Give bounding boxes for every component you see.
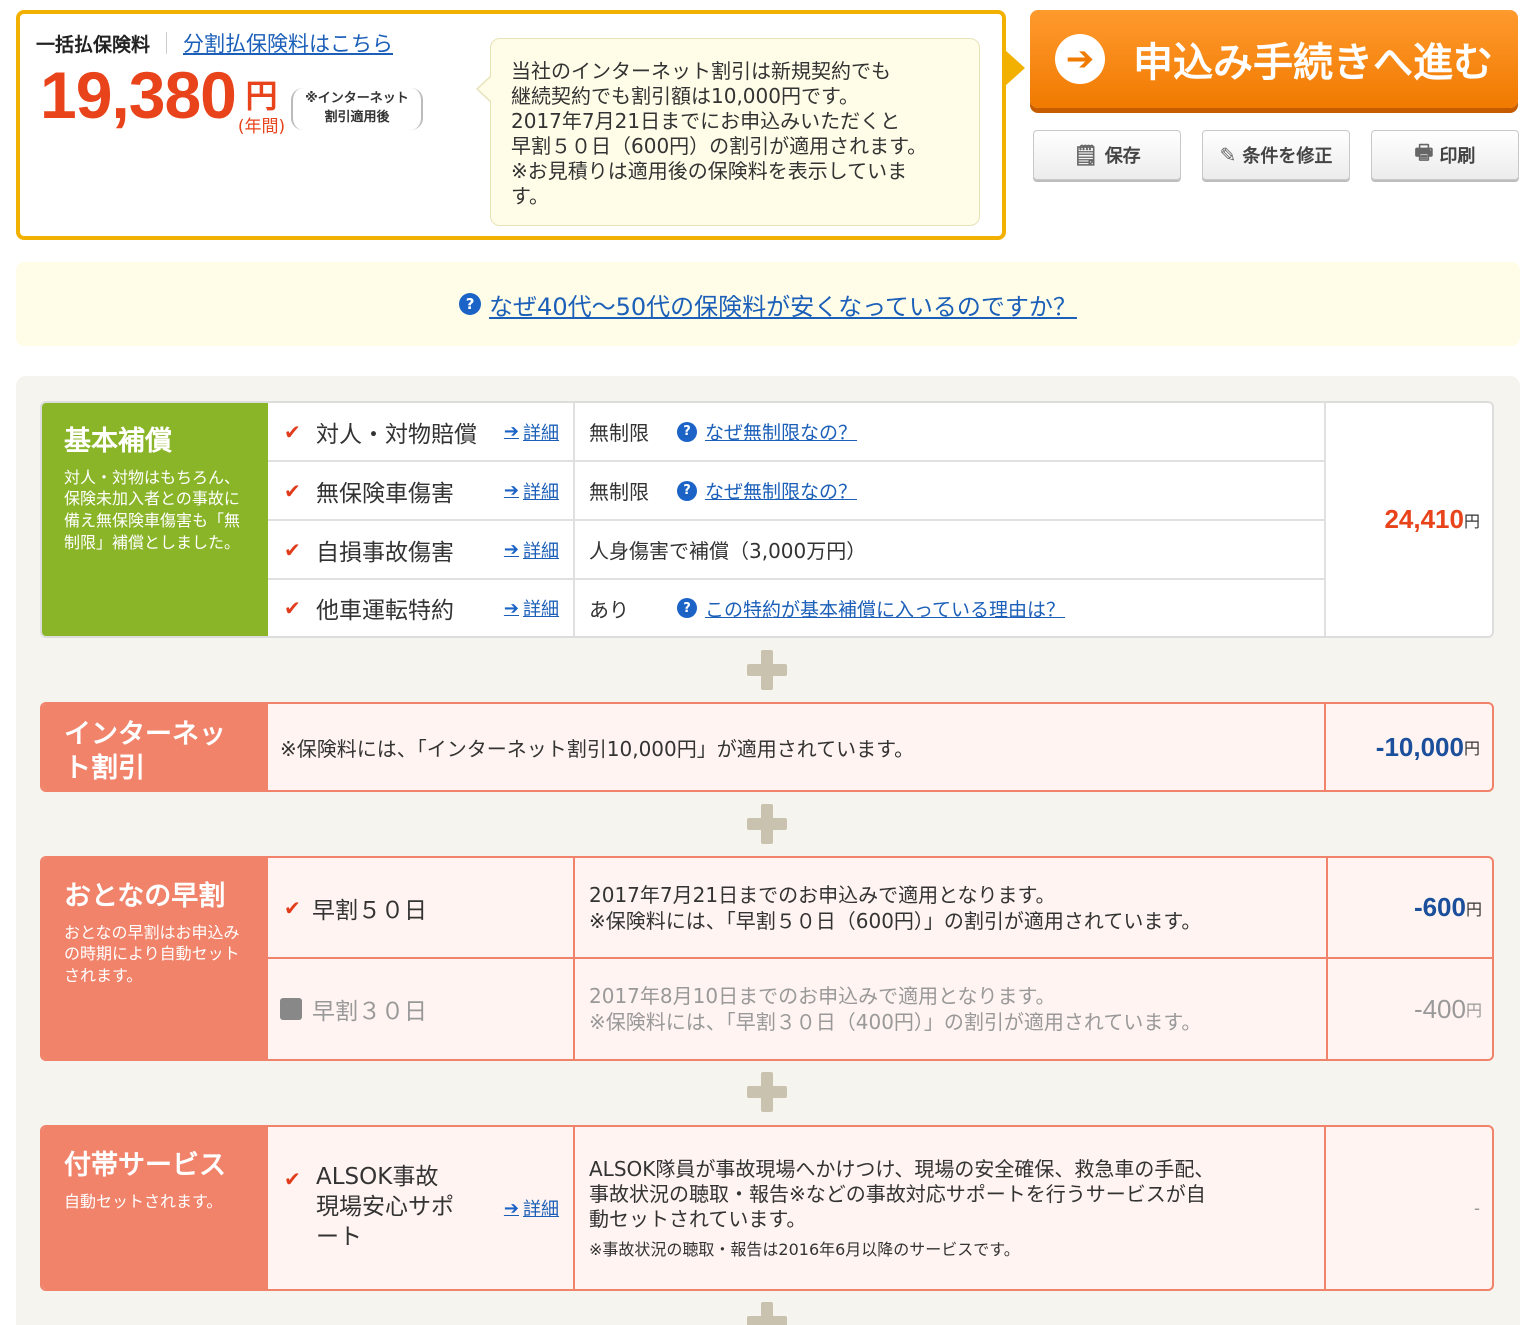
faq-banner: ? なぜ40代～50代の保険料が安くなっているのですか？: [16, 262, 1520, 346]
early-discount-title: おとなの早割: [64, 881, 226, 912]
discount-info-bubble: 当社のインターネット割引は新規契約でも 継続契約でも割引額は10,000円です。…: [476, 38, 980, 226]
basic-coverage-title: 基本補償: [64, 426, 172, 457]
early-discount-card: おとなの早割 おとなの早割はお申込みの時期により自動セットされます。 ✔ 早割５…: [40, 856, 1494, 1061]
basic-coverage-rows: ✔ 対人・対物賠償 ➔ 詳細 無制限 ? なぜ無制限なの？ ✔ 無保険車傷害 ➔ 詳細…: [268, 403, 1324, 636]
question-icon: ?: [459, 293, 482, 315]
arrow-right-icon: ➔: [503, 539, 519, 560]
detail-link[interactable]: ➔ 詳細: [504, 419, 559, 445]
basic-coverage-side: 基本補償 対人・対物はもちろん、保険未加入者との事故に備え無保険車傷害も「無制限…: [42, 403, 268, 636]
print-button[interactable]: 🖶 印刷: [1371, 130, 1519, 180]
checkmark-icon: ✔: [284, 419, 301, 444]
tab-divider: [166, 32, 168, 54]
basic-coverage-card: 基本補償 対人・対物はもちろん、保険未加入者との事故に備え無保険車傷害も「無制限…: [40, 401, 1494, 638]
premium-period: (年間): [237, 117, 286, 137]
apply-button[interactable]: ➔ 申込み手続きへ進む: [1030, 10, 1518, 108]
internet-discount-card: インターネット割引 ※保険料には、「インターネット割引10,000円」が適用され…: [40, 702, 1494, 792]
early-50-amount: -600 円: [1326, 858, 1492, 957]
discount-applied-note: ※インターネット 割引適用後: [291, 88, 423, 130]
premium-summary-box: 一括払保険料 分割払保険料はこちら 19,380 円 (年間) ※インターネット…: [16, 10, 1006, 240]
attached-service-card: 付帯サービス 自動セットされます。 ✔ ALSOK事故 現場安心サポ ート ➔ 詳…: [40, 1125, 1494, 1291]
question-icon: ?: [677, 480, 697, 501]
coverage-row: ✔ 自損事故傷害 ➔ 詳細 人身傷害で補償（3,000万円）: [268, 521, 1324, 580]
coverage-row: ✔ 無保険車傷害 ➔ 詳細 無制限 ? なぜ無制限なの？: [268, 462, 1324, 521]
service-row: ✔ ALSOK事故 現場安心サポ ート ➔ 詳細 ALSOK隊員が事故現場へかけつ…: [268, 1127, 1324, 1289]
premium-amount: 19,380: [40, 58, 237, 132]
internet-discount-amount: -10,000 円: [1324, 704, 1492, 790]
attached-service-desc: 自動セットされます。: [64, 1191, 223, 1211]
early-discount-side: おとなの早割 おとなの早割はお申込みの時期により自動セットされます。: [42, 858, 268, 1059]
question-icon: ?: [677, 421, 697, 442]
premium-unit: 円: [245, 77, 278, 115]
attached-service-amount: -: [1324, 1127, 1492, 1289]
plus-icon: [747, 1302, 787, 1325]
checkmark-icon: ✔: [284, 596, 301, 620]
checkmark-icon: ✔: [284, 895, 301, 920]
detail-link[interactable]: ➔ 詳細: [504, 478, 559, 504]
basic-coverage-desc: 対人・対物はもちろん、保険未加入者との事故に備え無保険車傷害も「無制限」補償とし…: [64, 467, 241, 552]
early-discount-desc: おとなの早割はお申込みの時期により自動セットされます。: [64, 922, 240, 985]
lump-sum-tab: 一括払保険料: [36, 33, 151, 56]
arrow-right-icon: ➔: [503, 1197, 519, 1219]
attached-service-title: 付帯サービス: [64, 1150, 226, 1181]
plus-icon: [747, 650, 787, 690]
why-unlimited-link[interactable]: ? なぜ無制限なの？: [677, 418, 857, 445]
checkmark-icon: ✔: [284, 478, 301, 503]
detail-link[interactable]: ➔ 詳細: [504, 595, 559, 621]
early-discount-row: ✔ 早割５０日 2017年7月21日までのお申込みで適用となります。 ※保険料に…: [268, 858, 1492, 959]
detail-link[interactable]: ➔ 詳細: [504, 1195, 559, 1221]
arrow-right-icon: ➔: [503, 421, 519, 442]
internet-discount-title: インターネット割引: [64, 719, 226, 784]
edit-conditions-button[interactable]: ✎ 条件を修正: [1202, 130, 1350, 180]
internet-discount-text: ※保険料には、「インターネット割引10,000円」が適用されています。: [280, 736, 915, 761]
early-30-amount: -400 円: [1326, 959, 1492, 1059]
attached-service-side: 付帯サービス 自動セットされます。: [42, 1127, 268, 1289]
installment-premium-link[interactable]: 分割払保険料はこちら: [183, 28, 393, 58]
rider-reason-link[interactable]: ? この特約が基本補償に入っている理由は？: [677, 595, 1065, 622]
detail-link[interactable]: ➔ 詳細: [504, 537, 559, 563]
printer-icon: 🖶: [1414, 140, 1434, 164]
unchecked-box-icon: [280, 998, 302, 1020]
basic-coverage-amount: 24,410 円: [1324, 403, 1492, 636]
arrow-right-icon: ➔: [503, 597, 519, 619]
save-button[interactable]: 🗒 保存: [1033, 130, 1181, 180]
arrow-right-icon: ➔: [503, 480, 519, 501]
pencil-icon: ✎: [1219, 143, 1237, 167]
early-discount-row: 早割３０日 2017年8月10日までのお申込みで適用となります。 ※保険料には、…: [268, 959, 1492, 1059]
premium-price: 19,380 円 (年間) ※インターネット 割引適用後: [40, 62, 423, 137]
plus-icon: [747, 804, 787, 844]
payment-tabs: 一括払保険料 分割払保険料はこちら: [36, 28, 393, 58]
save-document-icon: 🗒: [1073, 143, 1099, 167]
coverage-row: ✔ 他車運転特約 ➔ 詳細 あり ? この特約が基本補償に入っている理由は？: [268, 580, 1324, 636]
service-note: ※事故状況の聴取・報告は2016年6月以降のサービスです。: [589, 1239, 1020, 1259]
coverage-panel: 基本補償 対人・対物はもちろん、保険未加入者との事故に備え無保険車傷害も「無制限…: [16, 376, 1520, 1325]
arrow-right-circle-icon: ➔: [1055, 34, 1105, 84]
internet-discount-side: インターネット割引: [42, 704, 268, 790]
plus-icon: [747, 1072, 787, 1112]
age-premium-faq-link[interactable]: ? なぜ40代～50代の保険料が安くなっているのですか？: [459, 287, 1077, 322]
checkmark-icon: ✔: [284, 537, 301, 562]
coverage-row: ✔ 対人・対物賠償 ➔ 詳細 無制限 ? なぜ無制限なの？: [268, 403, 1324, 462]
box-pointer-arrow: [1005, 50, 1025, 86]
checkmark-icon: ✔: [284, 1167, 301, 1191]
why-unlimited-link[interactable]: ? なぜ無制限なの？: [677, 477, 857, 504]
question-icon: ?: [677, 598, 697, 618]
